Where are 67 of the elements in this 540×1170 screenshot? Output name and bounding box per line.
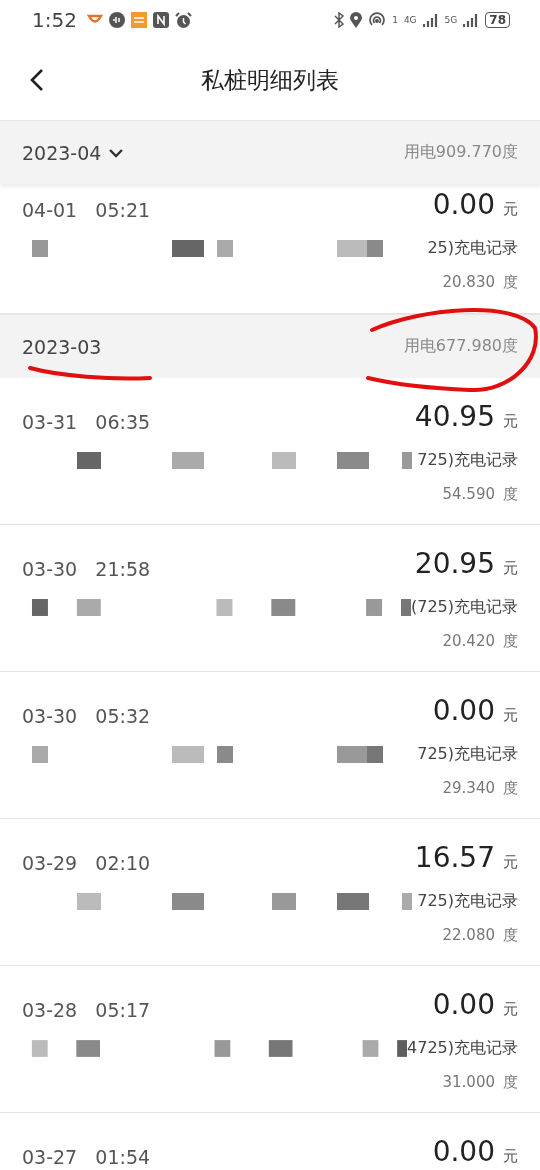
battery-indicator: 78 — [485, 12, 510, 28]
record-description: 25)充电记录 — [427, 237, 518, 259]
network-type: 5G — [444, 15, 458, 25]
energy-unit: 度 — [503, 926, 518, 945]
record-energy: 29.340 — [442, 779, 495, 798]
record-energy: 54.590 — [442, 485, 495, 504]
record-amount: 20.95 — [414, 547, 495, 580]
charging-record[interactable]: 03-31 06:35 40.95 元 725)充电记录 54.590 度 — [0, 378, 540, 525]
record-datetime: 03-31 06:35 — [22, 411, 151, 433]
energy-unit: 度 — [503, 632, 518, 651]
record-amount: 0.00 — [432, 988, 495, 1021]
back-icon[interactable] — [30, 68, 44, 92]
record-energy: 20.420 — [442, 632, 495, 651]
bluetooth-icon — [334, 12, 345, 28]
location-icon — [350, 12, 363, 28]
app-notification-icon — [130, 12, 147, 28]
record-description: (725)充电记录 — [410, 596, 518, 618]
month-usage: 用电909.770度 — [403, 142, 518, 163]
currency-unit: 元 — [503, 1147, 518, 1166]
signal-icon — [422, 13, 439, 27]
record-amount: 16.57 — [414, 841, 495, 874]
currency-unit: 元 — [503, 200, 518, 219]
alarm-icon — [174, 11, 192, 29]
charging-record[interactable]: 03-30 21:58 20.95 元 (725)充电记录 20.420 度 — [0, 525, 540, 672]
record-energy: 20.830 — [442, 273, 495, 292]
record-description: 4725)充电记录 — [407, 1037, 518, 1059]
charging-record[interactable]: 03-28 05:17 0.00 元 4725)充电记录 31.000 度 — [0, 966, 540, 1113]
energy-unit: 度 — [503, 273, 518, 292]
record-datetime: 03-30 21:58 — [22, 558, 151, 580]
record-amount: 0.00 — [432, 188, 495, 221]
page-title: 私桩明细列表 — [201, 65, 339, 95]
record-datetime: 03-27 01:54 — [22, 1146, 151, 1168]
record-amount: 40.95 — [414, 400, 495, 433]
currency-unit: 元 — [503, 559, 518, 578]
energy-unit: 度 — [503, 1073, 518, 1092]
record-datetime: 03-29 02:10 — [22, 852, 151, 874]
signal-icon — [463, 13, 480, 27]
record-description: 725)充电记录 — [417, 890, 518, 912]
record-amount: 0.00 — [432, 1135, 495, 1168]
currency-unit: 元 — [503, 706, 518, 725]
record-description: 725)充电记录 — [417, 743, 518, 765]
currency-unit: 元 — [503, 412, 518, 431]
record-energy: 31.000 — [442, 1073, 495, 1092]
record-amount: 0.00 — [432, 694, 495, 727]
charging-record[interactable]: 03-30 05:32 0.00 元 725)充电记录 29.340 度 — [0, 672, 540, 819]
month-header[interactable]: 2023-04 用电909.770度 — [0, 120, 540, 184]
currency-unit: 元 — [503, 853, 518, 872]
currency-unit: 元 — [503, 1000, 518, 1019]
energy-unit: 度 — [503, 485, 518, 504]
network-type: 4G — [403, 15, 417, 25]
charging-record[interactable]: 03-29 02:10 16.57 元 725)充电记录 22.080 度 — [0, 819, 540, 966]
charging-record[interactable]: 03-27 01:54 0.00 元 — [0, 1113, 540, 1170]
status-time: 1:52 — [32, 8, 77, 32]
record-datetime: 04-01 05:21 — [22, 199, 151, 221]
sound-wave-icon — [108, 12, 125, 28]
record-energy: 22.080 — [442, 926, 495, 945]
energy-unit: 度 — [503, 779, 518, 798]
month-label: 2023-04 — [22, 141, 102, 164]
record-datetime: 03-30 05:32 — [22, 705, 151, 727]
hotspot-icon — [368, 12, 387, 28]
chevron-down-icon[interactable] — [109, 147, 124, 158]
record-description: 725)充电记录 — [417, 449, 518, 471]
nfc-icon — [152, 12, 169, 28]
month-label: 2023-03 — [22, 335, 102, 358]
sim-number: 1 — [392, 15, 398, 25]
record-datetime: 03-28 05:17 — [22, 999, 151, 1021]
month-usage: 用电677.980度 — [403, 336, 518, 357]
